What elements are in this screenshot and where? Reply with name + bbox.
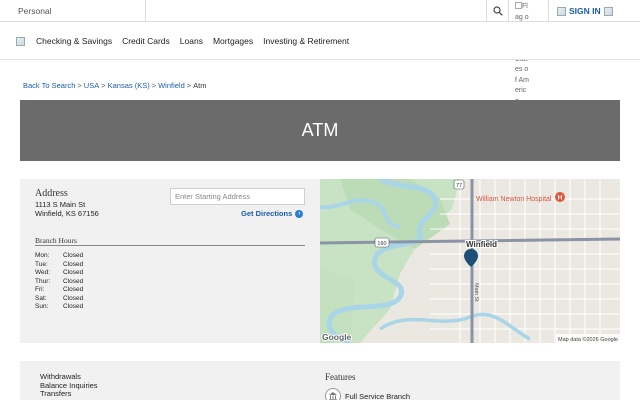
- divider: [145, 0, 146, 22]
- hours-value: Closed: [63, 294, 84, 302]
- divider: [35, 245, 305, 246]
- breadcrumb-separator: >: [101, 81, 106, 90]
- search-icon: [492, 6, 503, 16]
- hours-day: Wed:: [35, 269, 51, 276]
- hours-row-mon: Mon: Closed: [35, 252, 83, 261]
- branch-hours-heading: Branch Hours: [35, 236, 77, 245]
- hours-day: Mon:: [35, 252, 50, 259]
- hours-row-sun: Sun: Closed: [35, 303, 83, 312]
- logo-icon[interactable]: [16, 37, 25, 46]
- services-list: Withdrawals Balance Inquiries Transfers: [40, 372, 98, 399]
- main-nav: Checking & Savings Credit Cards Loans Mo…: [0, 22, 640, 60]
- google-logo: Google: [322, 332, 352, 342]
- bank-icon: [325, 388, 341, 400]
- service-item: Transfers: [40, 389, 72, 398]
- lock-icon: [557, 6, 566, 16]
- breadcrumb: Back To Search > USA > Kansas (KS) > Winfield >…: [23, 81, 207, 90]
- breadcrumb-current: Atm: [193, 81, 207, 90]
- segment-personal[interactable]: Personal: [18, 6, 52, 16]
- features-heading: Features: [325, 372, 356, 382]
- nav-items: Checking & Savings Credit Cards Loans Mo…: [36, 36, 349, 46]
- search-button[interactable]: [486, 0, 508, 22]
- top-utility-bar: Personal: [0, 0, 640, 22]
- breadcrumb-separator: >: [151, 81, 157, 90]
- hours-row-wed: Wed: Closed: [35, 269, 83, 278]
- poi-label[interactable]: William Newton Hospital: [476, 196, 552, 203]
- breadcrumb-winfield[interactable]: Winfield: [158, 81, 185, 90]
- address-heading: Address: [35, 188, 68, 199]
- services-features-panel: Withdrawals Balance Inquiries Transfers …: [20, 361, 620, 400]
- breadcrumb-separator: >: [186, 81, 192, 90]
- breadcrumb-kansas[interactable]: Kansas (KS): [108, 81, 150, 90]
- map-canvas[interactable]: 160 77 Main St William Newton Hospital H…: [320, 179, 620, 343]
- hours-row-tue: Tue: Closed: [35, 261, 83, 270]
- hours-day: Fri:: [35, 286, 45, 293]
- route-shield-label: 77: [456, 183, 462, 189]
- hours-row-sat: Sat: Closed: [35, 295, 83, 304]
- address-street: 1113 S Main St: [35, 200, 86, 209]
- get-directions-label: Get Directions: [241, 209, 293, 218]
- sign-in-label: SIGN IN: [569, 6, 601, 16]
- breadcrumb-usa[interactable]: USA: [84, 81, 99, 90]
- feature-item: Full Service Branch: [325, 388, 410, 400]
- map-attribution[interactable]: Map data ©2026 Google: [558, 336, 618, 343]
- hours-value: Closed: [63, 252, 84, 259]
- arrow-right-icon: ›: [295, 209, 304, 218]
- bank-icon-svg: [329, 392, 337, 400]
- broken-image-icon: [515, 2, 522, 9]
- page-title: ATM: [301, 120, 339, 140]
- nav-item-mortgages[interactable]: Mortgages: [213, 36, 253, 46]
- starting-address-input[interactable]: [170, 188, 305, 205]
- broken-image-icon: [603, 6, 613, 16]
- breadcrumb-back-to-search[interactable]: Back To Search: [23, 81, 75, 90]
- hours-row-thur: Thur: Closed: [35, 278, 83, 287]
- hours-value: Closed: [63, 303, 84, 310]
- hours-day: Tue:: [35, 260, 48, 268]
- route-shield-label: 160: [377, 241, 386, 247]
- hours-day: Thur:: [35, 277, 51, 285]
- hours-value: Closed: [63, 260, 84, 268]
- get-directions-button[interactable]: Get Directions ›: [241, 209, 304, 218]
- address-city: Winfield, KS 67156: [35, 209, 99, 218]
- hours-value: Closed: [63, 277, 84, 285]
- nav-item-investing-retirement[interactable]: Investing & Retirement: [263, 36, 349, 46]
- nav-item-credit-cards[interactable]: Credit Cards: [122, 36, 170, 46]
- location-info-panel: Address 1113 S Main St Winfield, KS 6715…: [20, 179, 320, 343]
- page-banner: ATM: [20, 100, 620, 161]
- hours-value: Closed: [63, 286, 84, 293]
- nav-item-checking-savings[interactable]: Checking & Savings: [36, 36, 112, 46]
- place-label: Winfield: [466, 240, 497, 249]
- road-label: Main St: [473, 283, 479, 302]
- sign-in-button[interactable]: SIGN IN: [557, 6, 613, 16]
- hospital-icon-glyph: H: [558, 195, 563, 202]
- hours-day: Sat:: [35, 294, 47, 302]
- hours-row-fri: Fri: Closed: [35, 286, 83, 295]
- location-map[interactable]: 160 77 Main St William Newton Hospital H…: [320, 179, 620, 343]
- hours-value: Closed: [63, 269, 84, 276]
- feature-label: Full Service Branch: [345, 391, 411, 400]
- hours-list: Mon: Closed Tue: Closed Wed: Closed Thur: Cl…: [35, 252, 83, 312]
- hours-day: Sun:: [35, 303, 49, 310]
- nav-item-loans[interactable]: Loans: [180, 36, 203, 46]
- breadcrumb-separator: >: [77, 81, 82, 90]
